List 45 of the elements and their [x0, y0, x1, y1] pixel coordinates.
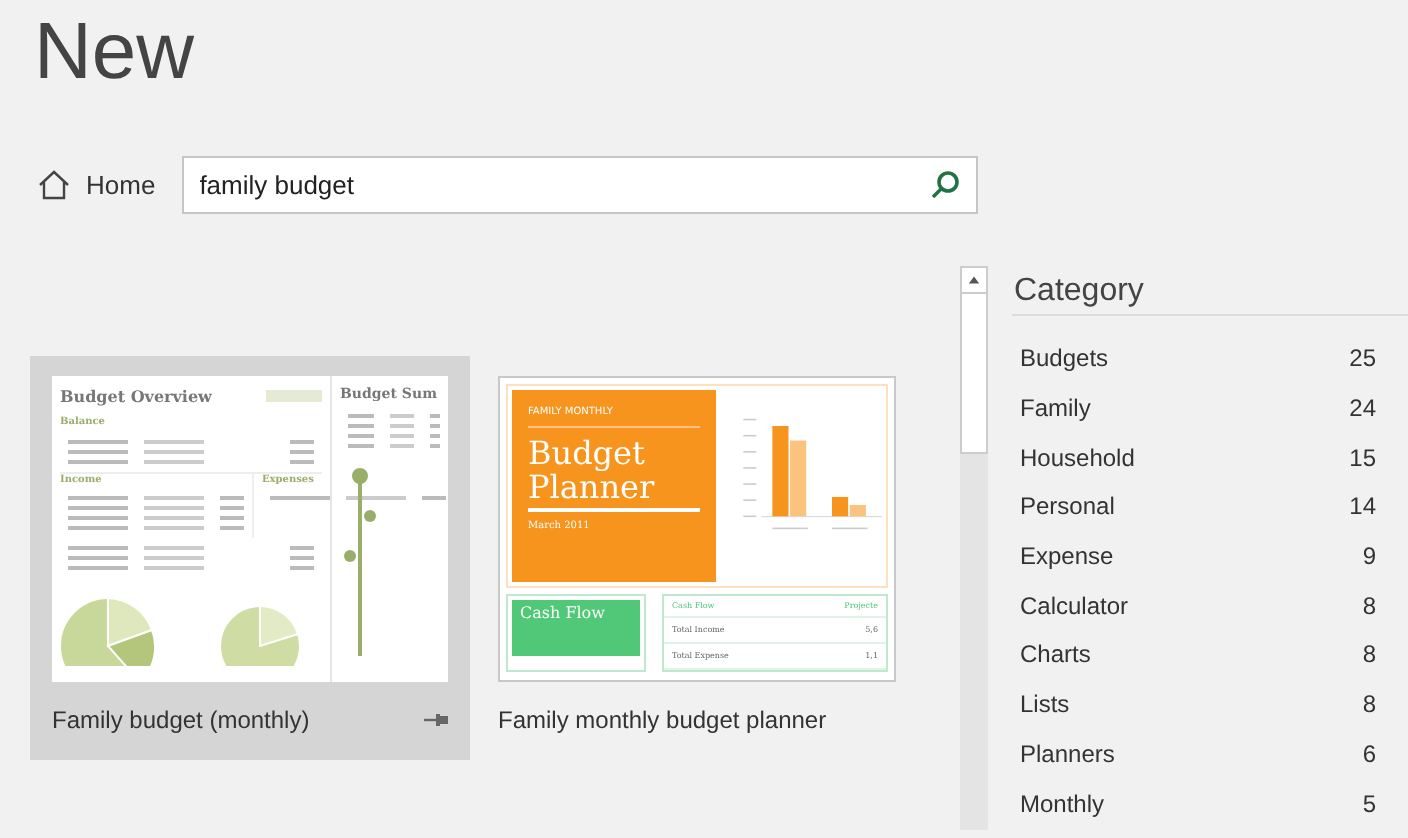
- category-item[interactable]: Planners 6: [1012, 729, 1408, 779]
- category-item[interactable]: Expense 9: [1012, 531, 1408, 581]
- preview-button-drawing: [266, 390, 322, 402]
- category-item[interactable]: Personal 14: [1012, 482, 1408, 532]
- home-button[interactable]: Home: [38, 161, 156, 209]
- category-label: Charts: [1020, 638, 1091, 673]
- category-label: Monthly: [1020, 787, 1105, 822]
- category-count: 25: [1349, 342, 1376, 377]
- category-label: Planners: [1020, 737, 1115, 772]
- category-count: 15: [1349, 441, 1376, 476]
- category-count: 5: [1362, 787, 1376, 822]
- category-label: Calculator: [1020, 589, 1129, 624]
- category-title: Category: [1012, 268, 1408, 316]
- category-item[interactable]: Lists 8: [1012, 679, 1408, 729]
- category-item[interactable]: Calculator 8: [1012, 580, 1408, 631]
- cash-flow-tile: Cash Flow: [512, 600, 640, 656]
- search-input[interactable]: family budget: [199, 165, 930, 205]
- category-count: 9: [1362, 540, 1376, 575]
- category-label: Expense: [1020, 540, 1114, 575]
- category-item[interactable]: Household 15: [1012, 432, 1408, 483]
- template-name: Family monthly budget planner: [498, 704, 827, 738]
- category-item[interactable]: Monthly 5: [1012, 778, 1408, 828]
- preview-heading: Budget Overview: [60, 384, 212, 408]
- search-field[interactable]: family budget: [181, 156, 978, 214]
- template-name: Family budget (monthly): [52, 704, 310, 738]
- category-item[interactable]: Budgets 25: [1012, 334, 1408, 384]
- category-label: Family: [1020, 392, 1091, 427]
- tile-heading: Budget Planner: [528, 435, 700, 511]
- category-item[interactable]: Charts 8: [1012, 630, 1408, 680]
- category-count: 14: [1349, 490, 1376, 525]
- page-title: New: [32, 6, 195, 96]
- category-count: 8: [1362, 688, 1376, 723]
- category-label: Budgets: [1020, 342, 1109, 377]
- category-label: Lists: [1020, 688, 1070, 723]
- category-label: Household: [1020, 441, 1135, 476]
- category-item[interactable]: Family 24: [1012, 383, 1408, 433]
- category-label: Personal: [1020, 490, 1115, 525]
- category-count: 8: [1362, 589, 1376, 624]
- pin-icon[interactable]: [424, 712, 448, 728]
- category-count: 24: [1349, 392, 1376, 427]
- scroll-thumb[interactable]: [960, 294, 988, 454]
- home-icon: [38, 170, 70, 200]
- search-icon[interactable]: [929, 170, 960, 200]
- category-count: 8: [1362, 638, 1376, 673]
- category-count: 6: [1362, 737, 1376, 772]
